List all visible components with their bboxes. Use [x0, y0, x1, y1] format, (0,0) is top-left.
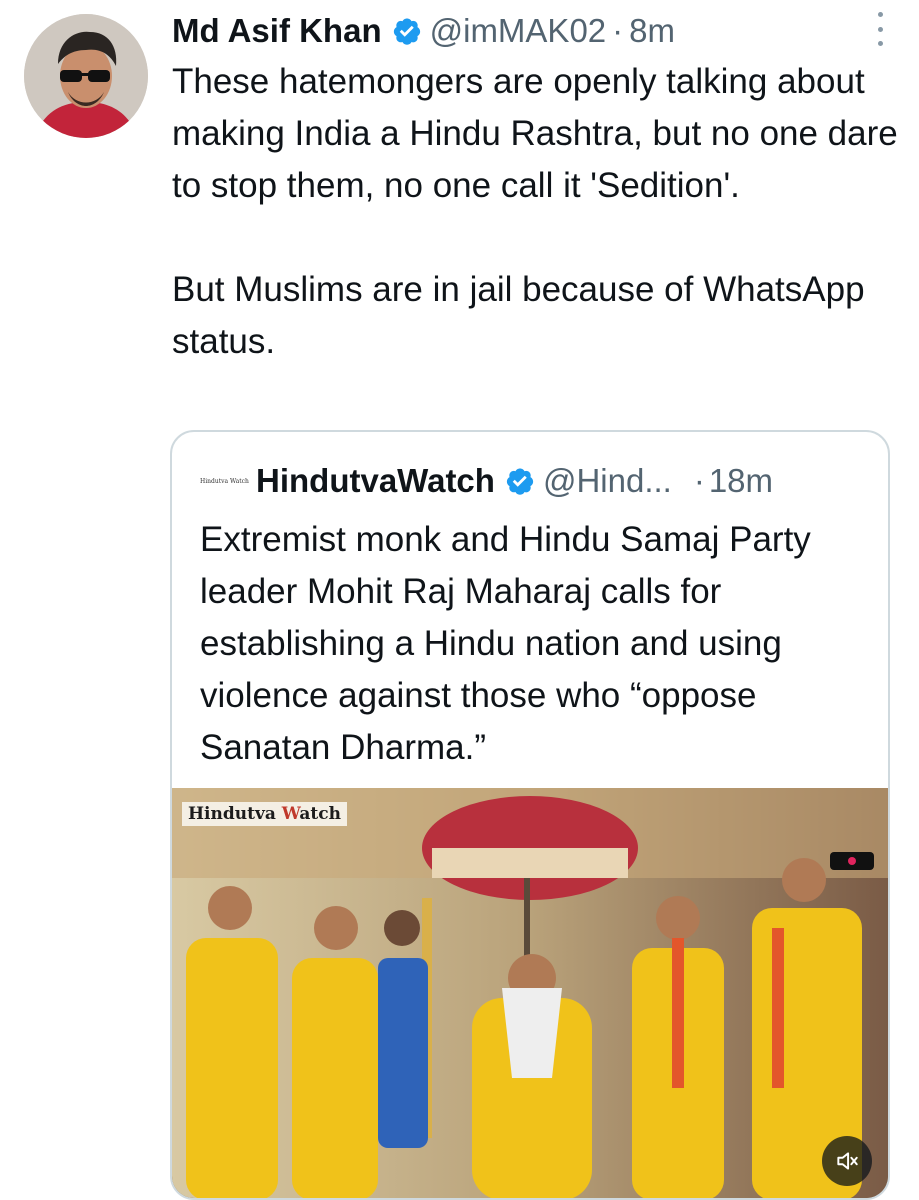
verified-badge-icon	[505, 466, 535, 496]
tweet-text-paragraph: These hatemongers are openly talking abo…	[172, 62, 898, 205]
separator-dot: ·	[612, 12, 624, 49]
quoted-tweet-text: Extremist monk and Hindu Samaj Party lea…	[200, 520, 811, 767]
tweet-header: Md Asif Khan @imMAK02 · 8m	[172, 6, 675, 56]
quoted-tweet-timestamp[interactable]: 18m	[709, 462, 773, 500]
quoted-author-handle[interactable]: @Hind...	[543, 462, 672, 500]
muted-speaker-icon[interactable]	[822, 1136, 872, 1186]
tweet-timestamp[interactable]: 8m	[629, 12, 675, 50]
record-indicator-icon	[830, 852, 874, 870]
avatar[interactable]	[24, 14, 148, 138]
profile-avatar-icon	[24, 14, 148, 138]
watermark-accent: W	[281, 804, 300, 824]
quoted-author-logo: Hindutva Watch	[200, 477, 249, 485]
verified-badge-icon	[392, 16, 422, 46]
tweet-text-paragraph: But Muslims are in jail because of Whats…	[172, 270, 865, 361]
quoted-tweet-card[interactable]: Hindutva Watch HindutvaWatch @Hind... · …	[170, 430, 890, 1200]
quoted-tweet-video[interactable]: Hindutva Watch	[172, 788, 888, 1198]
quoted-author-name[interactable]: HindutvaWatch	[256, 462, 495, 500]
watermark-text: atch	[299, 804, 342, 824]
quoted-tweet-header: Hindutva Watch HindutvaWatch @Hind... · …	[200, 456, 773, 506]
author-name[interactable]: Md Asif Khan	[172, 12, 382, 50]
video-frame-image	[172, 788, 888, 1198]
tweet-text: These hatemongers are openly talking abo…	[172, 56, 902, 368]
separator-dot: ·	[693, 462, 705, 499]
watermark-text: Hindutva	[188, 804, 282, 824]
author-handle[interactable]: @imMAK02	[430, 12, 607, 50]
video-watermark: Hindutva Watch	[182, 802, 348, 826]
more-vertical-icon[interactable]	[875, 12, 885, 46]
